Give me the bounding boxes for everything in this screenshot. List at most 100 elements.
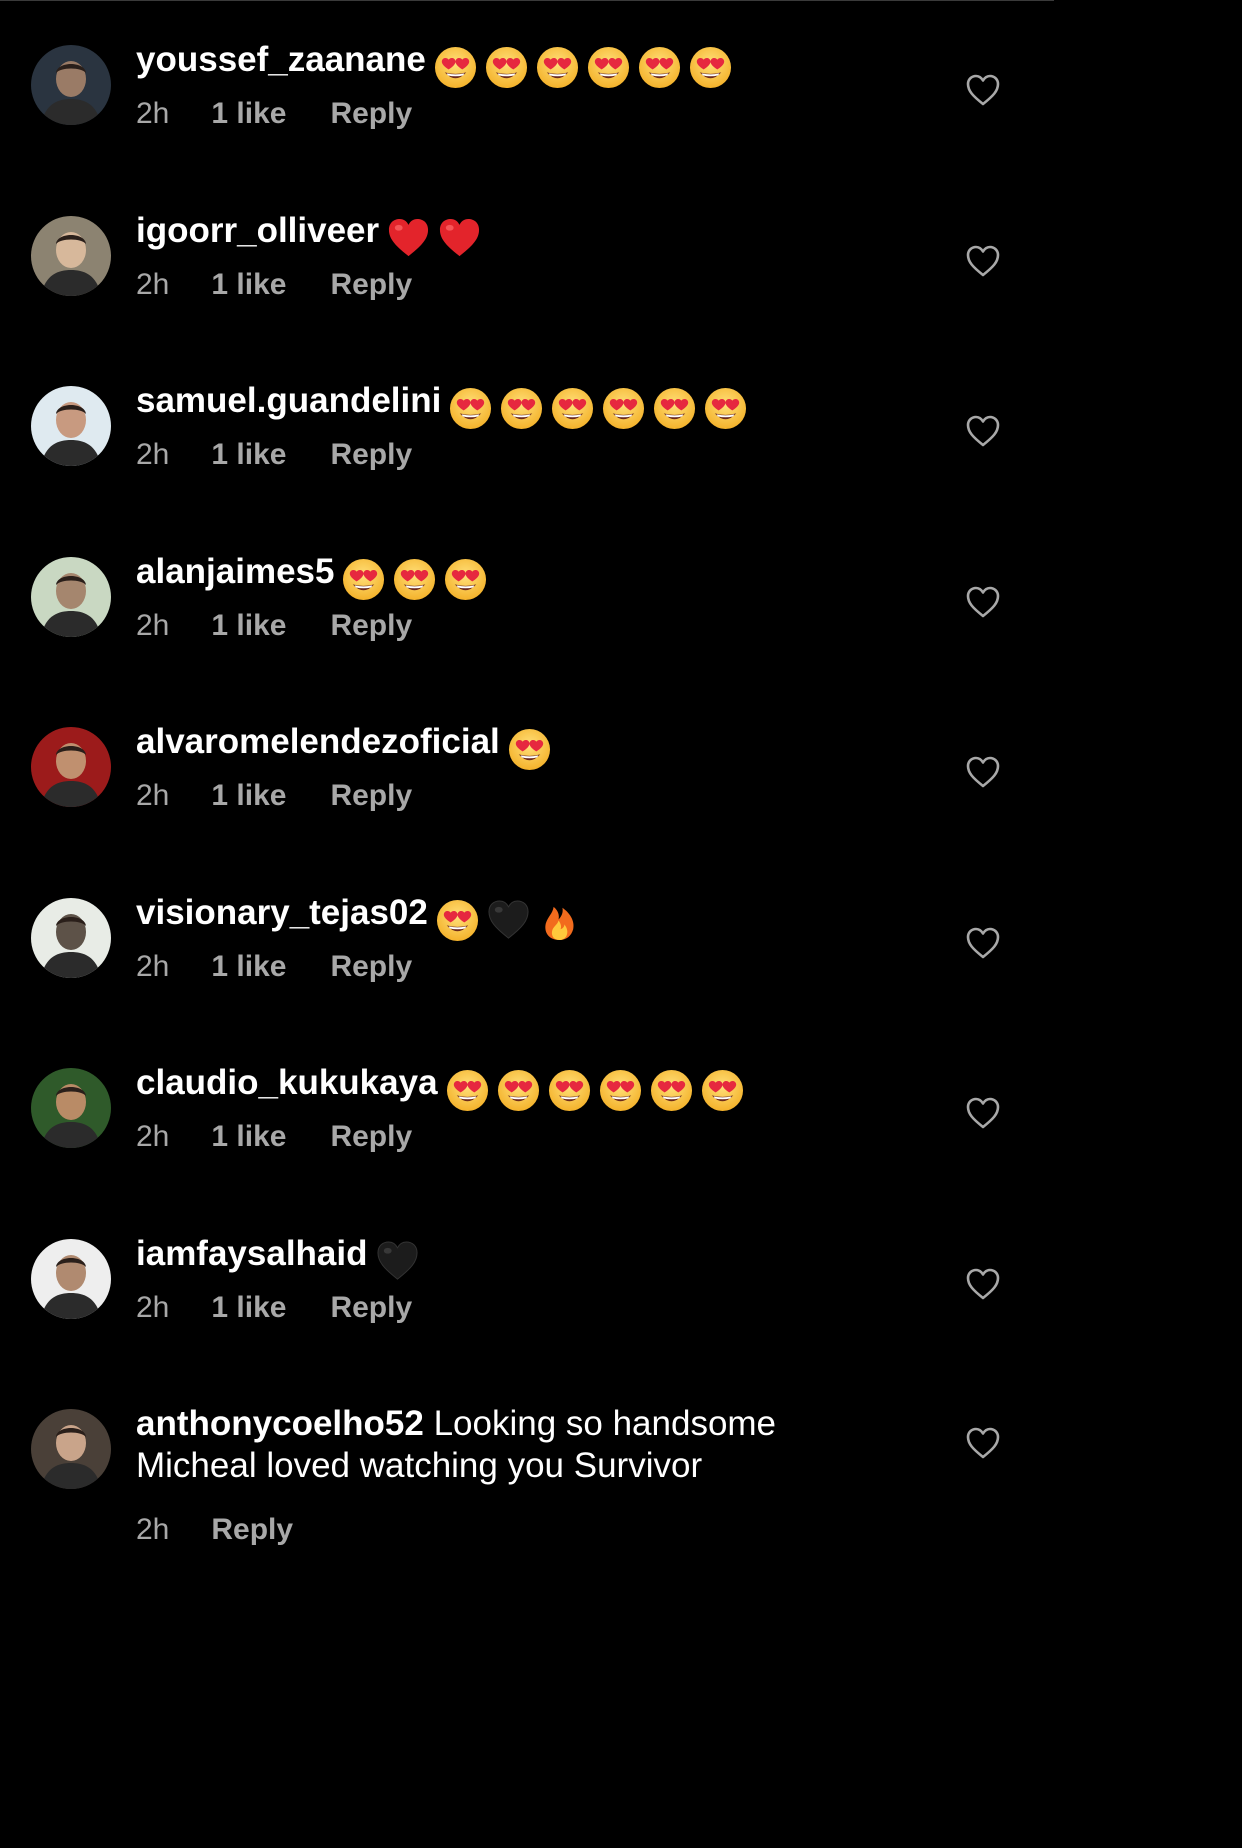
reply-button[interactable]: Reply — [330, 609, 412, 643]
username-link[interactable]: claudio_kukukaya — [136, 1063, 438, 1102]
heart-eyes-icon — [444, 558, 487, 601]
comment-row: igoorr_olliveer 2h 1 like Reply — [0, 206, 1054, 376]
comment-body: anthonycoelho52 Looking so handsome Miche… — [136, 1399, 936, 1547]
timestamp: 2h — [136, 779, 170, 812]
avatar[interactable] — [31, 1238, 111, 1319]
top-divider — [0, 0, 1054, 1]
heart-outline-icon[interactable] — [965, 244, 1001, 278]
comment-row: alvaromelendezoficial 2h 1 like Reply — [0, 717, 1054, 887]
like-count[interactable]: 1 like — [211, 779, 286, 813]
comment-row: samuel.guandelini 2h 1 like Reply — [0, 376, 1054, 546]
reply-button[interactable]: Reply — [211, 1513, 293, 1547]
heart-eyes-icon — [434, 46, 477, 89]
heart-eyes-icon — [599, 1069, 642, 1112]
comment-body: samuel.guandelini 2h 1 like Reply — [136, 376, 936, 472]
comment-meta: 2h 1 like Reply — [136, 609, 936, 643]
heart-eyes-icon — [436, 899, 479, 942]
comment-row: iamfaysalhaid 2h 1 like Reply — [0, 1229, 1054, 1399]
avatar[interactable] — [31, 215, 111, 296]
username-link[interactable]: visionary_tejas02 — [136, 893, 428, 932]
heart-eyes-icon — [548, 1069, 591, 1112]
reply-button[interactable]: Reply — [330, 97, 412, 131]
avatar[interactable] — [31, 1068, 111, 1148]
heart-eyes-icon — [638, 46, 681, 89]
heart-outline-icon[interactable] — [965, 1267, 1001, 1301]
emoji-group — [434, 46, 740, 89]
like-count[interactable]: 1 like — [211, 609, 286, 643]
timestamp: 2h — [136, 1513, 170, 1546]
heart-outline-icon[interactable] — [965, 585, 1001, 619]
avatar[interactable] — [31, 386, 111, 466]
like-count[interactable]: 1 like — [211, 1120, 286, 1154]
heart-outline-icon[interactable] — [965, 414, 1001, 448]
reply-button[interactable]: Reply — [330, 438, 412, 472]
timestamp: 2h — [136, 1290, 170, 1324]
heart-eyes-icon — [497, 1069, 540, 1112]
timestamp: 2h — [136, 608, 170, 642]
reply-button[interactable]: Reply — [330, 1291, 412, 1325]
heart-eyes-icon — [653, 387, 696, 430]
avatar[interactable] — [31, 556, 111, 637]
reply-button[interactable]: Reply — [330, 268, 412, 302]
emoji-group — [446, 1069, 752, 1112]
username-link[interactable]: youssef_zaanane — [136, 40, 426, 79]
heart-outline-icon[interactable] — [965, 73, 1001, 107]
comment-body: youssef_zaanane 2h 1 like Reply — [136, 35, 936, 131]
comment-meta: 2h Reply — [136, 1513, 936, 1547]
like-count[interactable]: 1 like — [211, 268, 286, 302]
reply-button[interactable]: Reply — [330, 950, 412, 984]
heart-eyes-icon — [500, 387, 543, 430]
reply-button[interactable]: Reply — [330, 1120, 412, 1154]
heart-eyes-icon — [689, 46, 732, 89]
comment-body: alvaromelendezoficial 2h 1 like Reply — [136, 717, 936, 813]
heart-outline-icon[interactable] — [965, 755, 1001, 789]
timestamp: 2h — [136, 267, 170, 301]
heart-outline-icon[interactable] — [965, 1096, 1001, 1130]
comment-body: iamfaysalhaid 2h 1 like Reply — [136, 1229, 936, 1325]
timestamp: 2h — [136, 949, 170, 983]
heart-outline-icon[interactable] — [965, 1426, 1001, 1460]
heart-eyes-icon — [446, 1069, 489, 1112]
avatar[interactable] — [31, 897, 111, 978]
avatar[interactable] — [31, 45, 111, 125]
username-link[interactable]: alvaromelendezoficial — [136, 722, 500, 761]
fire-icon — [538, 899, 581, 942]
emoji-group — [387, 217, 489, 260]
like-count[interactable]: 1 like — [211, 1291, 286, 1325]
username-link[interactable]: alanjaimes5 — [136, 552, 334, 591]
comment-text: igoorr_olliveer — [136, 210, 936, 256]
heart-eyes-icon — [342, 558, 385, 601]
comment-text: youssef_zaanane — [136, 39, 936, 89]
like-count[interactable]: 1 like — [211, 438, 286, 472]
username-link[interactable]: samuel.guandelini — [136, 381, 441, 420]
heart-eyes-icon — [485, 46, 528, 89]
comment-row: youssef_zaanane 2h 1 like Reply — [0, 35, 1054, 205]
heart-eyes-icon — [701, 1069, 744, 1112]
comment-meta: 2h 1 like Reply — [136, 950, 936, 984]
heart-eyes-icon — [587, 46, 630, 89]
reply-button[interactable]: Reply — [330, 779, 412, 813]
comment-meta: 2h 1 like Reply — [136, 1120, 936, 1154]
black-heart-icon — [487, 899, 530, 942]
comment-text: visionary_tejas02 — [136, 892, 936, 941]
username-link[interactable]: igoorr_olliveer — [136, 211, 379, 250]
comment-text: samuel.guandelini — [136, 380, 936, 430]
comment-body: claudio_kukukaya 2h 1 like Reply — [136, 1058, 936, 1154]
heart-eyes-icon — [650, 1069, 693, 1112]
comment-meta: 2h 1 like Reply — [136, 97, 936, 131]
comment-text: anthonycoelho52 Looking so handsome — [136, 1403, 936, 1445]
avatar[interactable] — [31, 727, 111, 807]
emoji-group — [449, 387, 755, 430]
timestamp: 2h — [136, 1120, 170, 1153]
avatar[interactable] — [31, 1409, 111, 1489]
emoji-group — [342, 558, 495, 601]
comment-row: claudio_kukukaya 2h 1 like Reply — [0, 1058, 1054, 1228]
comment-row: alanjaimes5 2h 1 like Reply — [0, 547, 1054, 717]
username-link[interactable]: anthonycoelho52 — [136, 1404, 424, 1443]
like-count[interactable]: 1 like — [211, 97, 286, 131]
comment-body: igoorr_olliveer 2h 1 like Reply — [136, 206, 936, 302]
like-count[interactable]: 1 like — [211, 950, 286, 984]
username-link[interactable]: iamfaysalhaid — [136, 1234, 368, 1273]
comment-message-cont: Micheal loved watching you Survivor — [136, 1446, 703, 1485]
heart-outline-icon[interactable] — [965, 926, 1001, 960]
